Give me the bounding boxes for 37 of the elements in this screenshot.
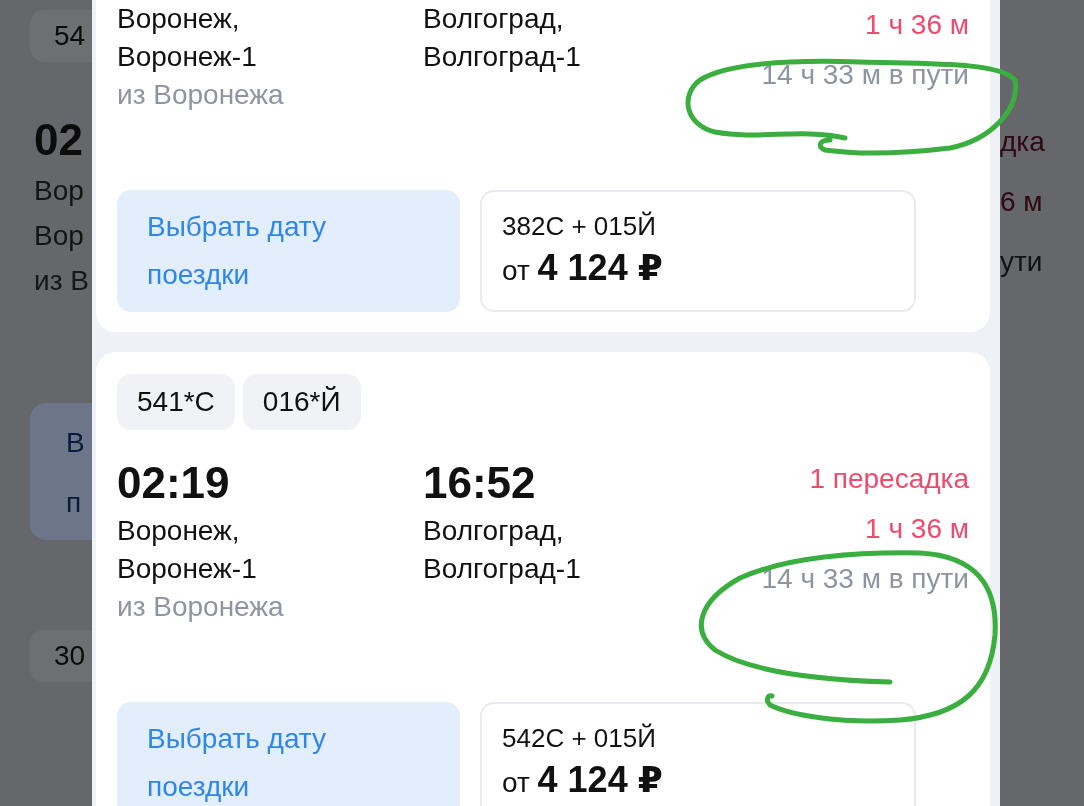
train-tag: 54 — [30, 10, 92, 62]
origin-note: из Воронежа — [117, 590, 285, 624]
city-name: Волгоград, — [423, 514, 565, 548]
station-name: Воронеж-1 — [117, 552, 258, 586]
duration-text: ути — [1000, 246, 1043, 277]
price-text: от 4 124 ₽ — [502, 758, 664, 802]
station-text: Вор — [34, 219, 85, 253]
transfer-count: 1 пересадка — [808, 462, 969, 496]
origin-text: из В — [34, 264, 90, 298]
origin-note: из Воронежа — [117, 78, 285, 112]
date-button[interactable]: В п — [30, 403, 92, 540]
trip-duration: 14 ч 33 м в пути — [761, 58, 969, 92]
arrival-time: 16:52 — [423, 457, 537, 509]
price-text: от 4 124 ₽ — [502, 246, 664, 290]
station-name: Волгоград-1 — [423, 40, 582, 74]
transfer-time: 1 ч 36 м — [864, 512, 969, 546]
departure-time: 02 — [34, 114, 84, 166]
date-button[interactable]: Выбрать дату поездки — [117, 190, 460, 312]
city-name: Воронеж, — [117, 2, 241, 36]
train-tag: 016*Й — [242, 374, 361, 430]
price-panel[interactable]: 382С + 015Й от 4 124 ₽ — [480, 190, 916, 312]
train-tag: 30 — [30, 630, 92, 682]
city-name: Волгоград, — [423, 2, 565, 36]
city-name: Воронеж, — [117, 514, 241, 548]
station-name: Воронеж-1 — [117, 40, 258, 74]
transfer-time: 1 ч 36 м — [864, 8, 969, 42]
price-panel[interactable]: 542С + 015Й от 4 124 ₽ — [480, 702, 916, 806]
train-tag: 541*С — [117, 374, 235, 430]
transfer-text: дка — [1000, 126, 1045, 157]
date-button[interactable]: Выбрать дату поездки — [117, 702, 460, 806]
train-numbers: 542С + 015Й — [502, 722, 657, 755]
train-numbers: 382С + 015Й — [502, 210, 657, 243]
transfer-text: 6 м — [1000, 186, 1043, 217]
trip-duration: 14 ч 33 м в пути — [761, 562, 969, 596]
station-text: Вор — [34, 174, 85, 208]
departure-time: 02:19 — [117, 457, 231, 509]
station-name: Волгоград-1 — [423, 552, 582, 586]
